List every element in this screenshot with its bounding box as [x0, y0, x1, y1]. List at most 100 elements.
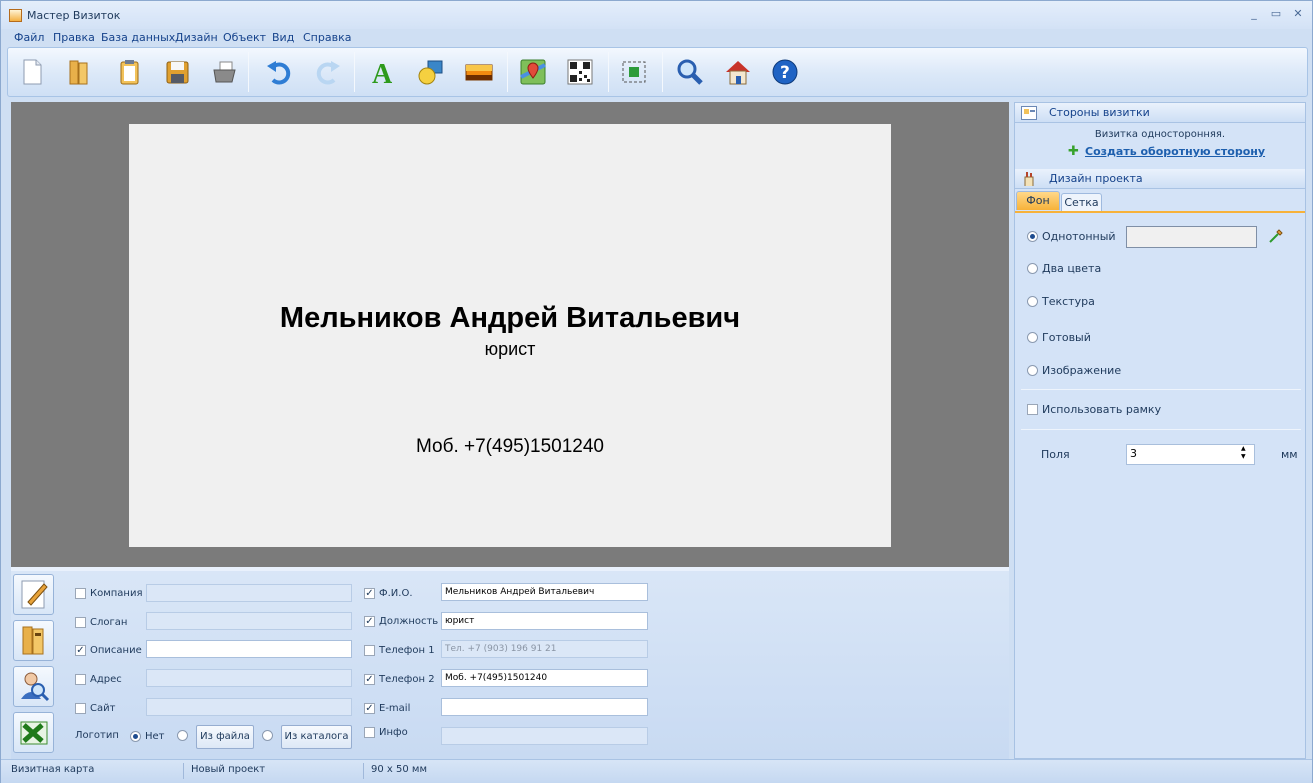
company-input[interactable]: [146, 584, 352, 602]
image-option[interactable]: Изображение: [1027, 364, 1121, 377]
create-back-side-link[interactable]: Создать оборотную сторону: [1085, 145, 1265, 158]
job-input[interactable]: юрист: [441, 612, 648, 630]
margins-unit: мм: [1281, 448, 1298, 461]
address-checkbox[interactable]: [75, 673, 86, 685]
email-checkbox[interactable]: ✓: [364, 702, 375, 714]
menu-view[interactable]: Вид: [272, 31, 294, 44]
logo-catalog-radio[interactable]: [262, 730, 273, 741]
card-phone-text[interactable]: Моб. +7(495)1501240: [129, 436, 891, 458]
excel-icon[interactable]: [13, 712, 54, 753]
menu-help[interactable]: Справка: [303, 31, 351, 44]
logo-file-radio[interactable]: [177, 730, 188, 741]
shapes-icon[interactable]: [416, 57, 446, 87]
texture-option[interactable]: Текстура: [1027, 295, 1095, 308]
title-bar: Мастер Визиток _ ▭ ✕: [1, 1, 1312, 29]
menu-database[interactable]: База данных: [101, 31, 175, 44]
phone2-checkbox[interactable]: ✓: [364, 673, 375, 685]
redo-icon[interactable]: [313, 57, 343, 87]
fit-selection-icon[interactable]: [619, 57, 649, 87]
logo-none-radio[interactable]: [130, 730, 141, 742]
solid-color-radio[interactable]: [1027, 231, 1038, 242]
fio-checkbox[interactable]: ✓: [364, 587, 375, 599]
address-checkbox-row[interactable]: Адрес: [75, 671, 122, 687]
company-checkbox-row[interactable]: Компания: [75, 585, 142, 601]
menu-object[interactable]: Объект: [223, 31, 266, 44]
spin-arrows-icon[interactable]: ▲▼: [1241, 445, 1249, 461]
fio-checkbox-row[interactable]: ✓ Ф.И.О.: [364, 585, 413, 601]
site-input[interactable]: [146, 698, 352, 716]
save-disk-icon[interactable]: [162, 57, 192, 87]
email-input[interactable]: [441, 698, 648, 716]
description-checkbox-row[interactable]: ✓ Описание: [75, 642, 142, 658]
tab-grid[interactable]: Сетка: [1061, 193, 1102, 212]
slogan-input[interactable]: [146, 612, 352, 630]
home-icon[interactable]: [723, 57, 753, 87]
help-icon[interactable]: ?: [770, 57, 800, 87]
ready-made-radio[interactable]: [1027, 332, 1038, 343]
from-file-button[interactable]: Из файла: [196, 725, 254, 749]
slogan-checkbox[interactable]: [75, 616, 86, 628]
use-frame-option[interactable]: Использовать рамку: [1027, 403, 1161, 416]
description-checkbox[interactable]: ✓: [75, 644, 86, 656]
card-position-text[interactable]: юрист: [129, 339, 891, 360]
solid-color-label: Однотонный: [1042, 230, 1116, 243]
solid-color-swatch[interactable]: [1126, 226, 1257, 248]
open-folder-icon[interactable]: [64, 57, 94, 87]
company-checkbox[interactable]: [75, 587, 86, 599]
minimize-button[interactable]: _: [1245, 6, 1263, 22]
tab-background[interactable]: Фон: [1016, 191, 1060, 210]
info-checkbox-row[interactable]: Инфо: [364, 724, 408, 740]
database-book-icon[interactable]: [13, 620, 54, 661]
maximize-button[interactable]: ▭: [1267, 6, 1285, 22]
eyedropper-icon[interactable]: [1268, 228, 1284, 244]
phone2-input[interactable]: Моб. +7(495)1501240: [441, 669, 648, 687]
menu-edit[interactable]: Правка: [53, 31, 95, 44]
printer-icon[interactable]: [209, 57, 239, 87]
undo-icon[interactable]: [264, 57, 294, 87]
business-card[interactable]: Мельников Андрей Витальевич юрист Моб. +…: [129, 124, 891, 547]
clipboard-icon[interactable]: [114, 57, 144, 87]
from-catalog-button[interactable]: Из каталога: [281, 725, 352, 749]
edit-card-icon[interactable]: [13, 574, 54, 615]
two-colors-radio[interactable]: [1027, 263, 1038, 274]
image-icon[interactable]: [464, 57, 494, 87]
use-frame-checkbox[interactable]: [1027, 404, 1038, 415]
logo-none-radio-row[interactable]: Нет: [130, 728, 165, 744]
site-checkbox[interactable]: [75, 702, 86, 714]
project-design-header[interactable]: Дизайн проекта: [1015, 169, 1305, 189]
site-checkbox-row[interactable]: Сайт: [75, 700, 115, 716]
image-radio[interactable]: [1027, 365, 1038, 376]
phone1-checkbox-row[interactable]: Телефон 1: [364, 642, 435, 658]
info-input[interactable]: [441, 727, 648, 745]
job-checkbox-row[interactable]: ✓ Должность: [364, 613, 438, 629]
fio-input[interactable]: Мельников Андрей Витальевич: [441, 583, 648, 601]
map-icon[interactable]: [518, 57, 548, 87]
ready-made-option[interactable]: Готовый: [1027, 331, 1091, 344]
phone2-checkbox-row[interactable]: ✓ Телефон 2: [364, 671, 435, 687]
menu-design[interactable]: Дизайн: [175, 31, 218, 44]
description-input[interactable]: [146, 640, 352, 658]
search-person-icon[interactable]: [13, 666, 54, 707]
zoom-icon[interactable]: [674, 57, 704, 87]
margins-input[interactable]: 3: [1126, 444, 1255, 465]
divider: [1021, 389, 1301, 390]
phone1-input[interactable]: Тел. +7 (903) 196 91 21: [441, 640, 648, 658]
texture-radio[interactable]: [1027, 296, 1038, 307]
address-input[interactable]: [146, 669, 352, 687]
tab-underline: [1015, 211, 1305, 213]
phone1-checkbox[interactable]: [364, 644, 375, 656]
slogan-checkbox-row[interactable]: Слоган: [75, 614, 127, 630]
close-button[interactable]: ✕: [1289, 6, 1307, 22]
info-checkbox[interactable]: [364, 726, 375, 738]
solid-color-option[interactable]: Однотонный: [1027, 230, 1116, 243]
two-colors-option[interactable]: Два цвета: [1027, 262, 1101, 275]
text-icon[interactable]: A: [368, 57, 398, 90]
card-sides-header[interactable]: Стороны визитки: [1015, 103, 1305, 123]
email-checkbox-row[interactable]: ✓ E-mail: [364, 700, 410, 716]
card-name-text[interactable]: Мельников Андрей Витальевич: [129, 302, 891, 335]
new-document-icon[interactable]: [17, 57, 47, 87]
job-checkbox[interactable]: ✓: [364, 615, 375, 627]
qr-code-icon[interactable]: [565, 57, 595, 87]
menu-file[interactable]: Файл: [14, 31, 44, 44]
card-sides-icon: [1021, 106, 1037, 120]
